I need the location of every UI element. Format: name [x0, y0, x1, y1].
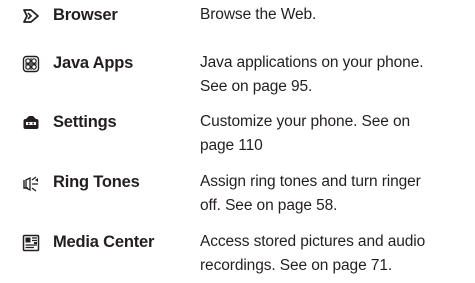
- item-description: Java applications on your phone. See on …: [200, 54, 424, 95]
- media-center-icon: [22, 234, 40, 252]
- menu-list: Browser Browse the Web. Java Apps Java a…: [0, 0, 475, 283]
- settings-icon: [22, 114, 40, 132]
- item-description: Browse the Web.: [200, 6, 317, 23]
- ring-tones-icon: [22, 175, 40, 193]
- browser-icon: [22, 7, 40, 25]
- item-description: Access stored pictures and audio recordi…: [200, 233, 426, 274]
- item-name: Media Center: [53, 233, 155, 251]
- item-name: Java Apps: [53, 54, 134, 72]
- item-description: Customize your phone. See on page 110: [200, 113, 411, 154]
- java-apps-icon: [22, 55, 40, 73]
- item-name: Ring Tones: [53, 173, 140, 191]
- item-description: Assign ring tones and turn ringer off. S…: [200, 173, 421, 214]
- item-name: Settings: [53, 113, 117, 131]
- item-name: Browser: [53, 6, 118, 24]
